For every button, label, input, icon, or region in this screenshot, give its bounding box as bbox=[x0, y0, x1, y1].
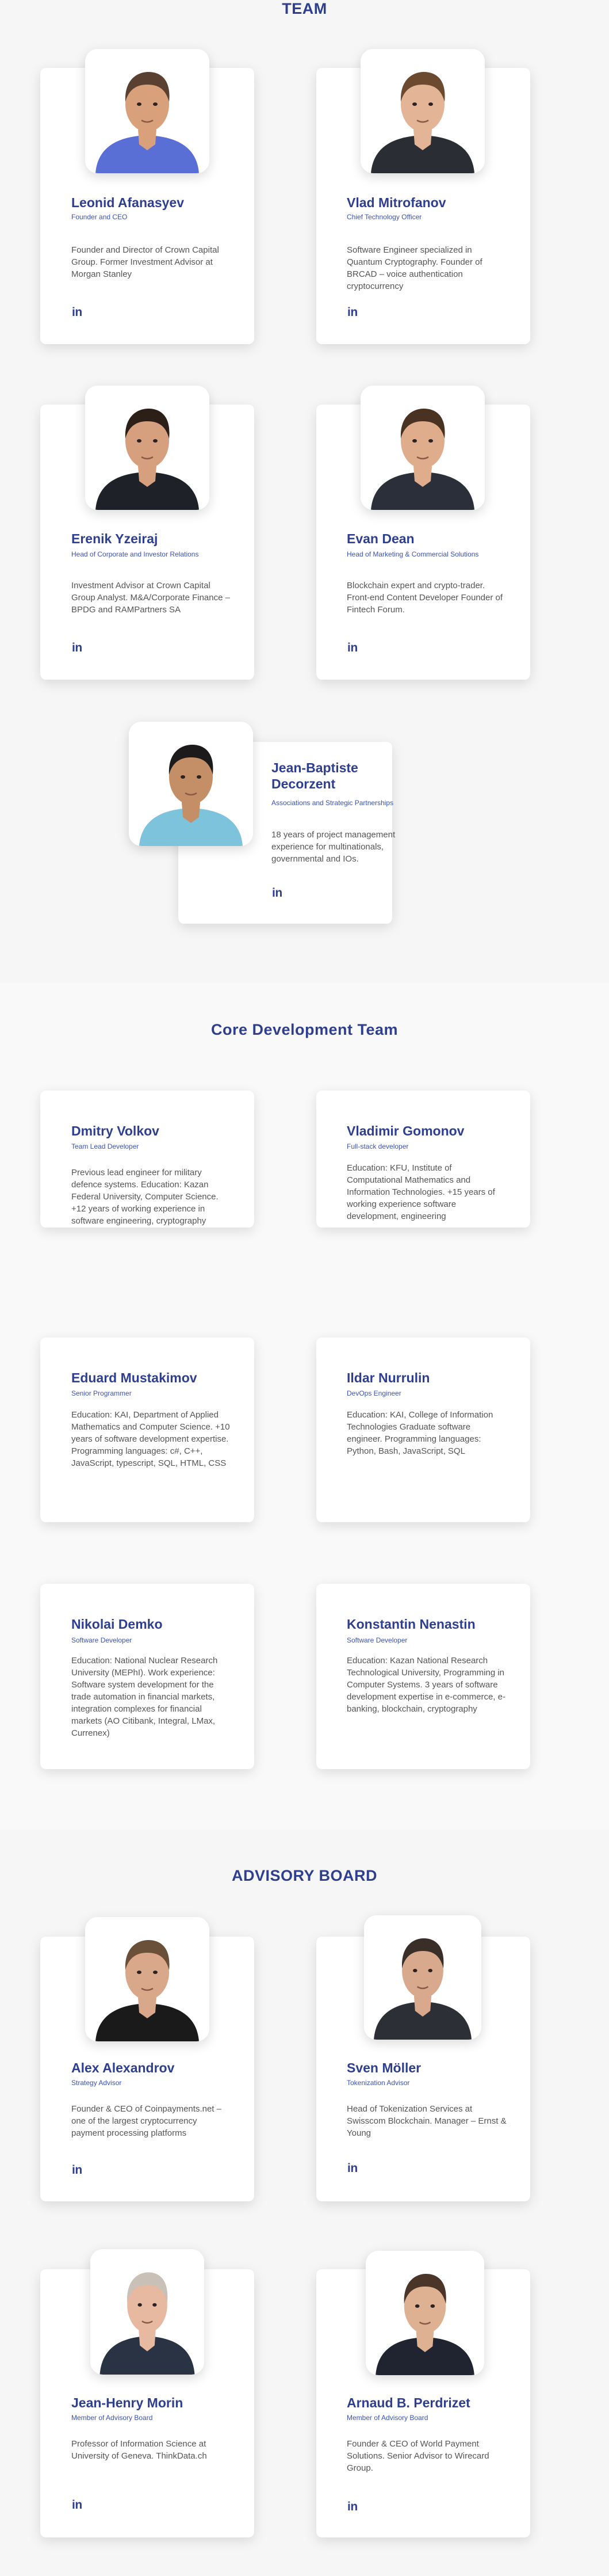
team-photo-leonid bbox=[85, 49, 209, 173]
member-name: Konstantin Nenastin bbox=[347, 1617, 476, 1632]
member-name: Alex Alexandrov bbox=[71, 2060, 175, 2075]
member-description: Blockchain expert and crypto-trader. Fro… bbox=[347, 581, 503, 615]
member-description: Founder & CEO of World Payment Solutions… bbox=[347, 2439, 489, 2473]
person-avatar-icon bbox=[85, 49, 209, 173]
eye-left bbox=[137, 2303, 142, 2307]
eye-right bbox=[428, 1969, 432, 1972]
core-team-title: Core Development Team bbox=[210, 1021, 399, 1038]
member-description: Founder and Director of Crown Capital Gr… bbox=[71, 245, 219, 279]
advisory-photo-arnaud bbox=[366, 2251, 484, 2375]
eye-right bbox=[153, 439, 158, 443]
person-avatar-icon bbox=[129, 722, 253, 846]
member-role: Tokenization Advisor bbox=[347, 2079, 410, 2087]
linkedin-icon[interactable]: in bbox=[347, 2500, 358, 2514]
member-description: Education: Kazan National Research Techn… bbox=[347, 1656, 505, 1714]
member-description: Education: KFU, Institute of Computation… bbox=[347, 1163, 495, 1221]
member-role: Team Lead Developer bbox=[71, 1142, 139, 1150]
member-description: Software Engineer specialized in Quantum… bbox=[347, 245, 482, 291]
member-name: Jean-Henry Morin bbox=[71, 2395, 183, 2410]
eye-left bbox=[137, 1971, 141, 1974]
member-role: Software Developer bbox=[347, 1636, 408, 1644]
person-avatar-icon bbox=[366, 2251, 484, 2375]
team-photo-jean-baptiste bbox=[129, 722, 253, 846]
member-name: Vlad Mitrofanov bbox=[347, 195, 446, 210]
member-name: Vladimir Gomonov bbox=[347, 1123, 465, 1138]
member-description: Investment Advisor at Crown Capital Grou… bbox=[71, 581, 230, 615]
member-role: Head of Corporate and Investor Relations bbox=[71, 550, 199, 558]
member-name: Jean-Baptiste Decorzent bbox=[271, 760, 358, 791]
person-avatar-icon bbox=[364, 1915, 481, 2040]
linkedin-icon[interactable]: in bbox=[272, 886, 282, 900]
advisory-section: ADVISORY BOARD Alex Alexandrov Strategy … bbox=[0, 1829, 609, 2576]
linkedin-icon[interactable]: in bbox=[72, 2498, 82, 2512]
person-avatar-icon bbox=[361, 49, 485, 173]
member-description: 18 years of project management experienc… bbox=[271, 830, 396, 864]
person-avatar-icon bbox=[85, 1917, 209, 2041]
advisory-title: ADVISORY BOARD bbox=[231, 1867, 378, 1884]
person-avatar-icon bbox=[90, 2249, 204, 2375]
member-description: Professor of Information Science at Univ… bbox=[71, 2439, 207, 2461]
member-name: Eduard Mustakimov bbox=[71, 1370, 197, 1385]
linkedin-icon[interactable]: in bbox=[72, 306, 82, 319]
member-role: Chief Technology Officer bbox=[347, 213, 422, 221]
eye-right bbox=[152, 2303, 157, 2307]
team-title: TEAM bbox=[282, 0, 327, 17]
member-name: Nikolai Demko bbox=[71, 1617, 163, 1632]
team-photo-vlad bbox=[361, 49, 485, 173]
advisory-photo-alex bbox=[85, 1917, 209, 2041]
eye-left bbox=[181, 775, 185, 779]
eye-right bbox=[197, 775, 201, 779]
member-name: Arnaud B. Perdrizet bbox=[347, 2395, 470, 2410]
eye-left bbox=[415, 2304, 420, 2308]
linkedin-icon[interactable]: in bbox=[347, 2162, 358, 2175]
advisory-photo-jean-henry bbox=[90, 2249, 204, 2375]
linkedin-icon[interactable]: in bbox=[72, 641, 82, 655]
eye-right bbox=[153, 102, 158, 106]
eye-left bbox=[412, 102, 417, 106]
member-name: Leonid Afanasyev bbox=[71, 195, 184, 210]
member-role: Associations and Strategic Partnerships bbox=[271, 799, 394, 807]
member-name: Ildar Nurrulin bbox=[347, 1370, 430, 1385]
member-role: Founder and CEO bbox=[71, 213, 128, 221]
eye-left bbox=[413, 1969, 418, 1972]
person-avatar-icon bbox=[361, 386, 485, 510]
team-photo-evan bbox=[361, 386, 485, 510]
eye-right bbox=[428, 102, 433, 106]
member-name: Dmitry Volkov bbox=[71, 1123, 159, 1138]
linkedin-icon[interactable]: in bbox=[347, 306, 358, 319]
member-description: Founder & CEO of Coinpayments.net – one … bbox=[71, 2104, 221, 2138]
advisory-photo-sven bbox=[364, 1915, 481, 2040]
member-role: Member of Advisory Board bbox=[347, 2414, 428, 2422]
member-description: Education: National Nuclear Research Uni… bbox=[71, 1656, 218, 1738]
eye-right bbox=[153, 1971, 158, 1974]
eye-left bbox=[137, 439, 141, 443]
member-role: Full-stack developer bbox=[347, 1142, 409, 1150]
member-description: Education: KAI, Department of Applied Ma… bbox=[71, 1410, 230, 1468]
eye-left bbox=[137, 102, 141, 106]
linkedin-icon[interactable]: in bbox=[347, 641, 358, 655]
person-avatar-icon bbox=[85, 386, 209, 510]
member-name: Evan Dean bbox=[347, 531, 415, 546]
eye-right bbox=[428, 439, 433, 443]
linkedin-icon[interactable]: in bbox=[72, 2163, 82, 2177]
team-section: TEAM Leonid Afanasyev Founder and CEO Fo… bbox=[0, 0, 609, 983]
member-role: Head of Marketing & Commercial Solutions bbox=[347, 550, 479, 558]
team-photo-erenik bbox=[85, 386, 209, 510]
member-name: Sven Möller bbox=[347, 2060, 422, 2075]
core-team-section: Core Development Team Dmitry Volkov Team… bbox=[0, 983, 609, 1829]
member-description: Education: KAI, College of Information T… bbox=[347, 1410, 493, 1456]
member-description: Previous lead engineer for military defe… bbox=[71, 1168, 219, 1226]
member-role: Member of Advisory Board bbox=[71, 2414, 153, 2422]
eye-left bbox=[412, 439, 417, 443]
member-name: Erenik Yzeiraj bbox=[71, 531, 158, 546]
member-role: Strategy Advisor bbox=[71, 2079, 122, 2087]
member-role: Software Developer bbox=[71, 1636, 132, 1644]
member-role: Senior Programmer bbox=[71, 1389, 132, 1397]
member-role: DevOps Engineer bbox=[347, 1389, 401, 1397]
eye-right bbox=[430, 2304, 435, 2308]
member-description: Head of Tokenization Services at Swissco… bbox=[347, 2104, 507, 2138]
